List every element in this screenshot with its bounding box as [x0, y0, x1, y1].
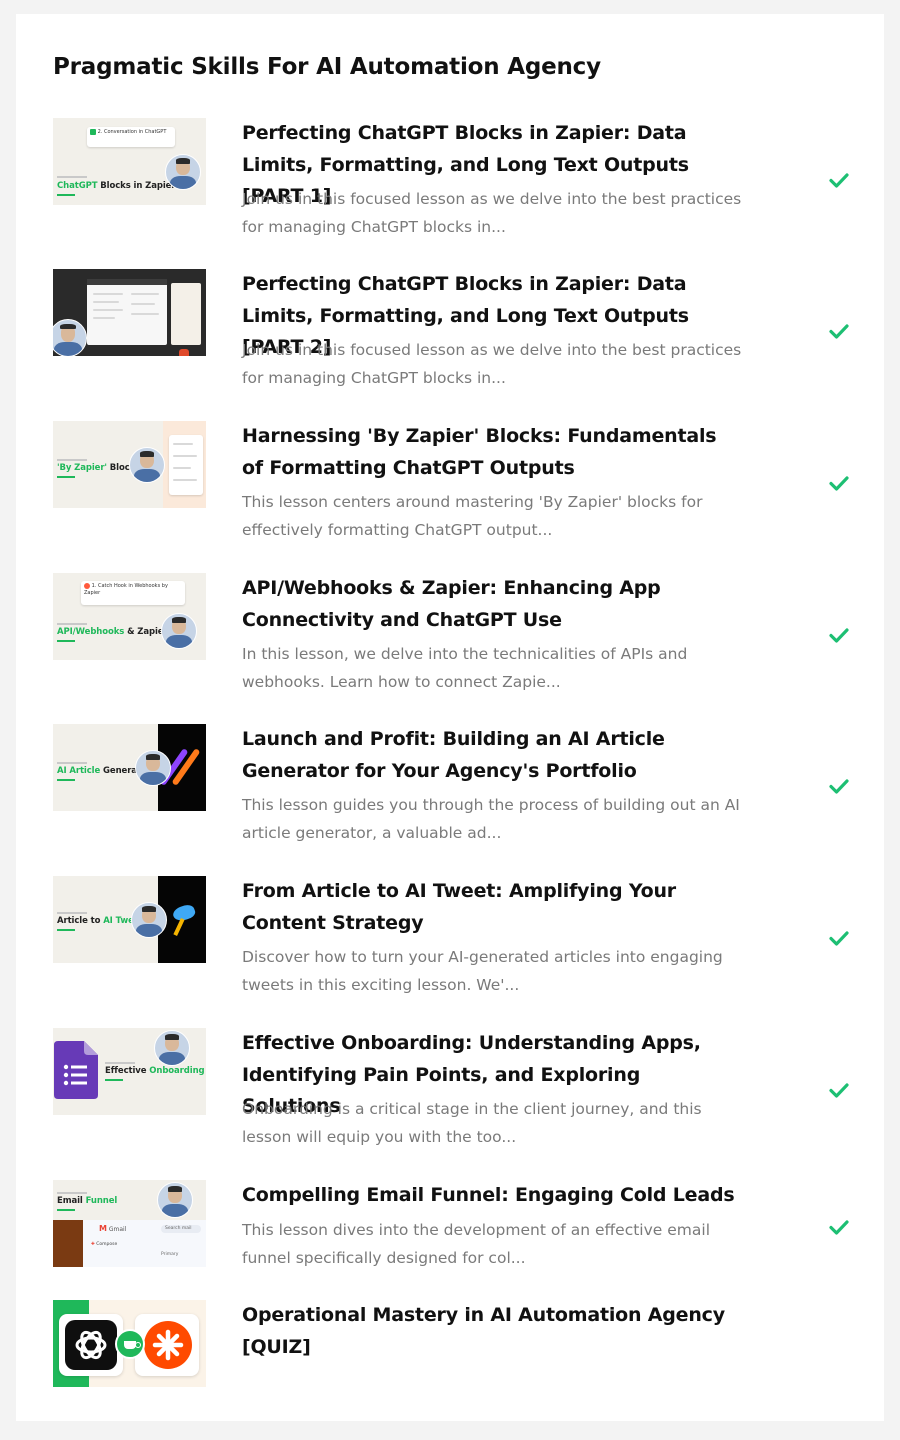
thumbnail-step-card: 2. Conversation in ChatGPT	[87, 127, 175, 147]
lesson-item[interactable]: Effective Onboarding Effective Onboardin…	[53, 1028, 853, 1153]
lesson-thumbnail	[53, 269, 206, 356]
lesson-description: Join us in this focused lesson as we del…	[242, 341, 742, 387]
check-icon	[829, 931, 849, 946]
check-icon	[829, 1220, 849, 1235]
thumbnail-label: API/Webhooks & Zapier	[57, 627, 168, 637]
lesson-thumbnail: Email Funnel M Gmail Search mail ✚ Compo…	[53, 1180, 206, 1267]
check-icon	[829, 324, 849, 339]
instructor-avatar	[161, 613, 197, 649]
google-forms-icon	[54, 1041, 98, 1099]
check-icon	[829, 628, 849, 643]
lesson-title: API/Webhooks & Zapier: Enhancing App Con…	[242, 577, 661, 631]
check-icon	[829, 1083, 849, 1098]
instructor-avatar	[165, 154, 201, 190]
thumbnail-step-card: 1. Catch Hook in Webhooks by Zapier	[81, 581, 185, 605]
lesson-title: Compelling Email Funnel: Engaging Cold L…	[242, 1184, 735, 1206]
lesson-item[interactable]: Article to AI Tweet From Article to AI T…	[53, 876, 853, 1001]
instructor-avatar	[157, 1182, 193, 1218]
lesson-description: This lesson dives into the development o…	[242, 1221, 710, 1267]
section-title: Pragmatic Skills For AI Automation Agenc…	[53, 54, 601, 80]
lesson-description: Onboarding is a critical stage in the cl…	[242, 1100, 702, 1146]
lesson-thumbnail: Effective Onboarding	[53, 1028, 206, 1115]
lesson-thumbnail: Article to AI Tweet	[53, 876, 206, 963]
lesson-item[interactable]: Perfecting ChatGPT Blocks in Zapier: Dat…	[53, 269, 853, 394]
lesson-description: Discover how to turn your AI-generated a…	[242, 948, 723, 994]
lesson-description: Join us in this focused lesson as we del…	[242, 190, 742, 236]
lesson-item[interactable]: Email Funnel M Gmail Search mail ✚ Compo…	[53, 1180, 853, 1275]
lesson-thumbnail: 1. Catch Hook in Webhooks by Zapier API/…	[53, 573, 206, 660]
instructor-avatar	[53, 319, 87, 356]
coffee-cup-icon	[115, 1329, 145, 1359]
lesson-description: In this lesson, we delve into the techni…	[242, 645, 688, 691]
lesson-description: This lesson centers around mastering 'By…	[242, 493, 703, 539]
thumbnail-label: Effective Onboarding	[105, 1066, 205, 1076]
lesson-item[interactable]: 1. Catch Hook in Webhooks by Zapier API/…	[53, 573, 853, 698]
zapier-logo-icon	[144, 1321, 192, 1369]
lesson-description: This lesson guides you through the proce…	[242, 796, 740, 842]
lesson-item[interactable]: 2. Conversation in ChatGPT ChatGPT Block…	[53, 118, 853, 243]
thumbnail-label: Email Funnel	[57, 1196, 118, 1206]
lesson-item[interactable]: AI Article Generator Launch and Profit: …	[53, 724, 853, 849]
check-icon	[829, 476, 849, 491]
lesson-thumbnail: 2. Conversation in ChatGPT ChatGPT Block…	[53, 118, 206, 205]
chatgpt-logo-icon	[65, 1320, 117, 1370]
thumbnail-label: ChatGPT Blocks in Zapier	[57, 181, 176, 191]
lesson-item[interactable]: Operational Mastery in AI Automation Age…	[53, 1300, 853, 1387]
lesson-thumbnail	[53, 1300, 206, 1387]
instructor-avatar	[129, 447, 165, 483]
instructor-avatar	[135, 750, 171, 786]
lesson-title: From Article to AI Tweet: Amplifying You…	[242, 880, 676, 934]
check-icon	[829, 779, 849, 794]
course-section-card: Pragmatic Skills For AI Automation Agenc…	[16, 14, 884, 1421]
instructor-avatar	[154, 1030, 190, 1066]
lesson-thumbnail: 'By Zapier' Blocks	[53, 421, 206, 508]
check-icon	[829, 173, 849, 188]
lesson-thumbnail: AI Article Generator	[53, 724, 206, 811]
lesson-title: Operational Mastery in AI Automation Age…	[242, 1304, 725, 1358]
instructor-avatar	[131, 902, 167, 938]
lesson-title: Harnessing 'By Zapier' Blocks: Fundament…	[242, 425, 717, 479]
lesson-title: Launch and Profit: Building an AI Articl…	[242, 728, 665, 782]
lesson-item[interactable]: 'By Zapier' Blocks Harnessing 'By Zapier…	[53, 421, 853, 546]
thumbnail-label: 'By Zapier' Blocks	[57, 463, 141, 473]
